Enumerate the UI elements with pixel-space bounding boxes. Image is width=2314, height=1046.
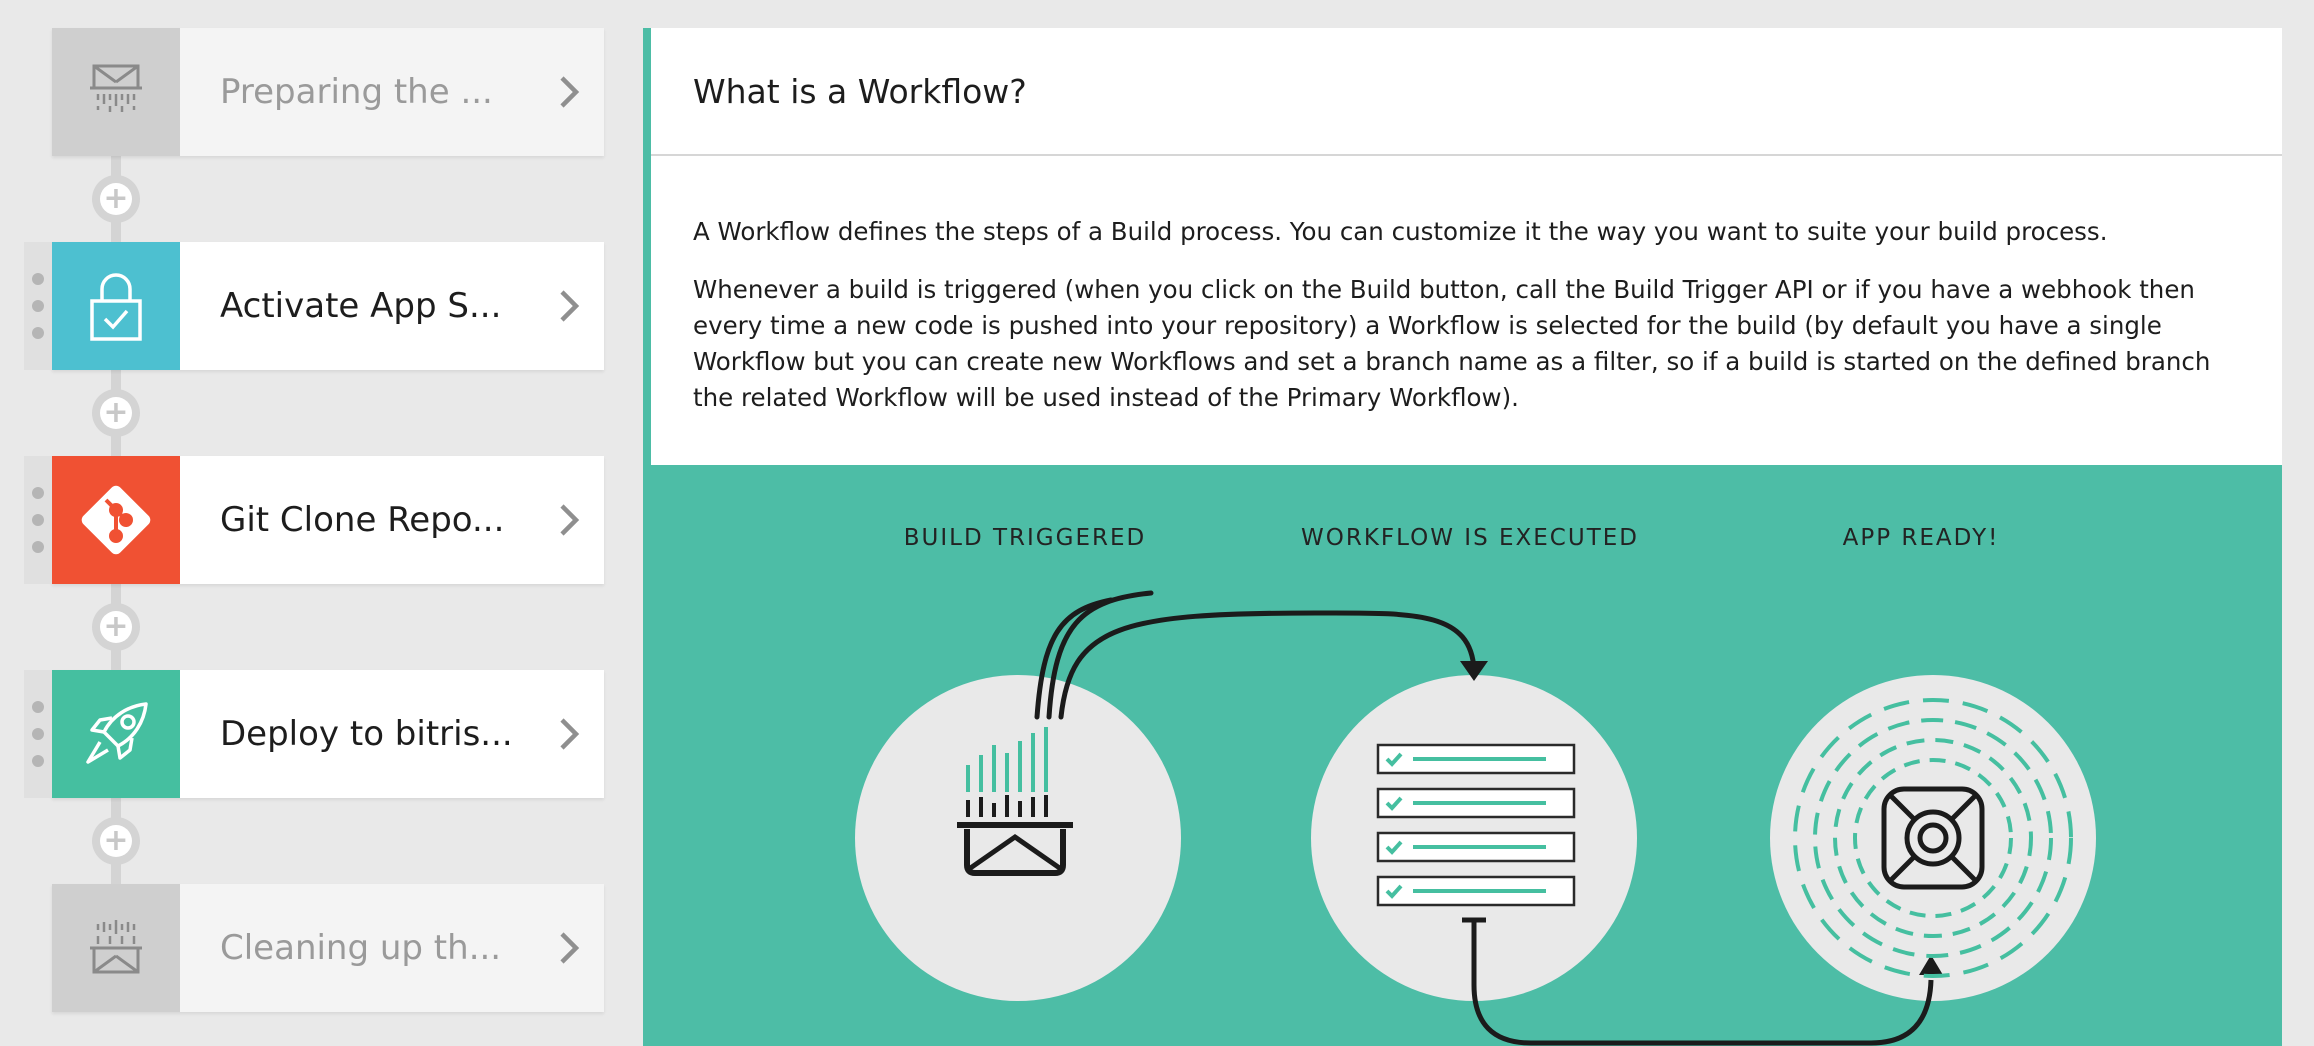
step-activate-app[interactable]: Activate App S... [24, 242, 604, 370]
step-icon-box [52, 884, 180, 1012]
step-icon-box [52, 242, 180, 370]
step-label: Deploy to bitris... [220, 714, 513, 754]
step-label: Git Clone Repo... [220, 500, 505, 540]
step-git-clone[interactable]: Git Clone Repo... [24, 456, 604, 584]
step-icon-box [52, 670, 180, 798]
builder-icon [90, 64, 142, 112]
add-step-button[interactable]: + [92, 603, 140, 651]
step-preparing[interactable]: Preparing the ... [52, 28, 604, 156]
panel-body: A Workflow defines the steps of a Build … [651, 156, 2282, 463]
description-paragraph: A Workflow defines the steps of a Build … [693, 217, 2108, 246]
panel-title: What is a Workflow? [693, 71, 1027, 111]
step-cleaning-up[interactable]: Cleaning up th... [52, 884, 604, 1012]
workflow-diagram: BUILD TRIGGERED WORKFLOW IS EXECUTED APP… [651, 465, 2282, 1046]
plus-icon: + [100, 397, 132, 429]
step-label: Cleaning up th... [220, 928, 502, 968]
description-paragraph: Whenever a build is triggered (when you … [693, 275, 2211, 412]
lock-check-icon [90, 273, 142, 341]
add-step-button[interactable]: + [92, 817, 140, 865]
chevron-right-icon [534, 930, 604, 966]
plus-icon: + [100, 611, 132, 643]
chevron-right-icon [534, 716, 604, 752]
drag-handle[interactable] [24, 670, 52, 798]
step-icon-box [52, 28, 180, 156]
workflow-illustration [855, 590, 2096, 1046]
rocket-icon [86, 702, 148, 764]
chevron-right-icon [534, 288, 604, 324]
plus-icon: + [100, 183, 132, 215]
add-step-button[interactable]: + [92, 175, 140, 223]
step-label: Preparing the ... [220, 72, 493, 112]
step-icon-box [52, 456, 180, 584]
chevron-right-icon [534, 74, 604, 110]
workflow-info-panel: What is a Workflow? A Workflow defines t… [643, 28, 2282, 1046]
step-deploy[interactable]: Deploy to bitris... [24, 670, 604, 798]
git-icon [81, 485, 151, 555]
panel-header: What is a Workflow? [651, 28, 2282, 156]
chevron-right-icon [534, 502, 604, 538]
app-circle [1770, 675, 2096, 1001]
builder-icon [90, 920, 142, 974]
drag-handle[interactable] [24, 456, 52, 584]
step-label: Activate App S... [220, 286, 502, 326]
drag-handle[interactable] [24, 242, 52, 370]
add-step-button[interactable]: + [92, 389, 140, 437]
plus-icon: + [100, 825, 132, 857]
